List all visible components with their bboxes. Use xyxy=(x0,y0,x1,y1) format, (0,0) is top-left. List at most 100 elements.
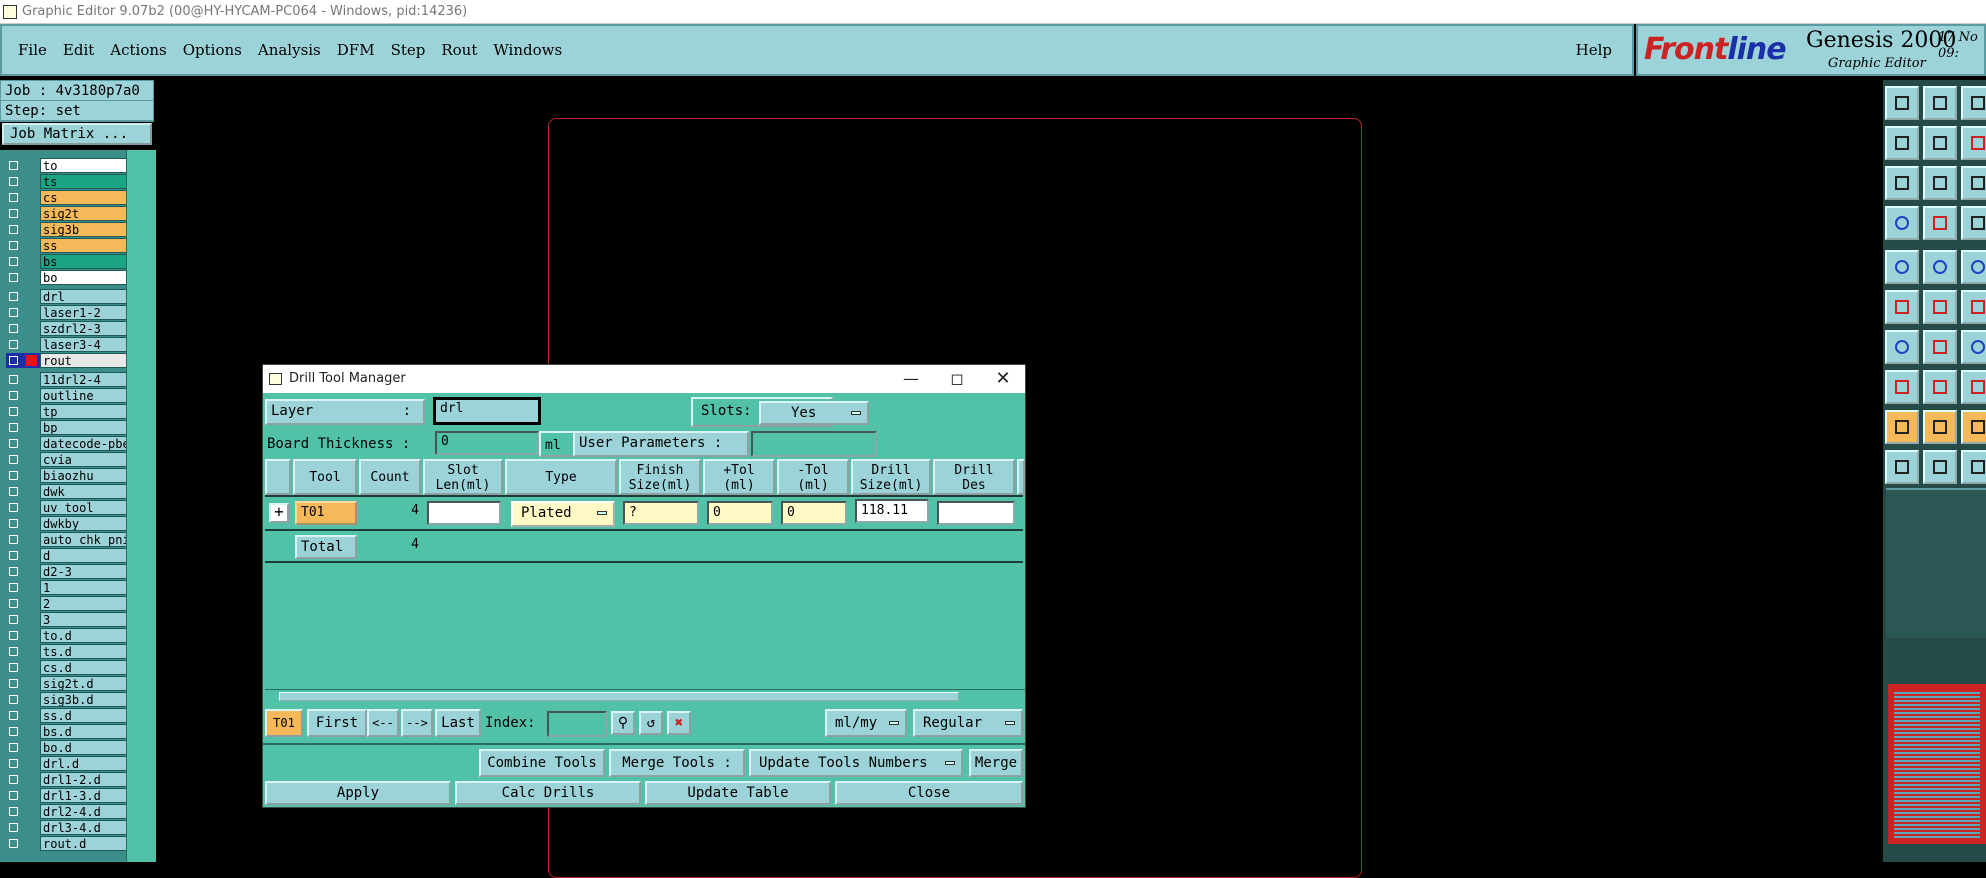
layer-name[interactable]: drl1-3.d xyxy=(40,788,128,803)
layer-row[interactable]: dwk xyxy=(6,484,128,499)
layer-name[interactable]: ts xyxy=(40,174,128,189)
layer-name[interactable]: drl xyxy=(40,289,128,304)
layer-name[interactable]: d2-3 xyxy=(40,564,128,579)
layer-checkbox[interactable] xyxy=(9,519,18,528)
menu-rout[interactable]: Rout xyxy=(441,41,477,59)
index-input[interactable] xyxy=(547,711,607,737)
layer-row[interactable]: sig3b xyxy=(6,222,128,237)
layer-checkbox[interactable] xyxy=(9,727,18,736)
board-thumbnail-preview[interactable] xyxy=(1888,684,1986,844)
layer-field[interactable]: drl xyxy=(433,397,541,425)
layer-row[interactable]: biaozhu xyxy=(6,468,128,483)
toolbar-tool-icon[interactable] xyxy=(1961,290,1986,324)
layer-checkbox[interactable] xyxy=(9,695,18,704)
layer-row[interactable]: ts xyxy=(6,174,128,189)
toolbar-tool-icon[interactable] xyxy=(1885,126,1919,160)
layer-checkbox[interactable] xyxy=(9,439,18,448)
layer-row[interactable]: cs.d xyxy=(6,660,128,675)
table-horizontal-scrollbar[interactable] xyxy=(265,689,1025,703)
menu-file[interactable]: File xyxy=(18,41,47,59)
layer-checkbox[interactable] xyxy=(9,407,18,416)
row-tool[interactable]: T01 xyxy=(295,501,357,525)
layer-row[interactable]: drl2-4.d xyxy=(6,804,128,819)
layer-checkbox[interactable] xyxy=(9,356,18,365)
toolbar-tool-icon[interactable] xyxy=(1923,250,1957,284)
user-parameters-button[interactable]: User Parameters : xyxy=(573,431,749,457)
layer-row[interactable]: rout.d xyxy=(6,836,128,851)
layer-checkbox[interactable] xyxy=(9,647,18,656)
layer-row[interactable]: drl.d xyxy=(6,756,128,771)
layer-row[interactable]: bo xyxy=(6,270,128,285)
layer-checkbox[interactable] xyxy=(9,503,18,512)
toolbar-tool-icon[interactable] xyxy=(1885,206,1919,240)
layer-row[interactable]: outline xyxy=(6,388,128,403)
layer-row[interactable]: ts.d xyxy=(6,644,128,659)
layer-row[interactable]: auto_chk_pni xyxy=(6,532,128,547)
layer-row[interactable]: ss.d xyxy=(6,708,128,723)
layer-row[interactable]: rout xyxy=(6,353,128,368)
layer-name[interactable]: drl3-4.d xyxy=(40,820,128,835)
layer-checkbox[interactable] xyxy=(9,583,18,592)
toolbar-tool-icon[interactable] xyxy=(1885,370,1919,404)
layer-checkbox[interactable] xyxy=(9,743,18,752)
scrollbar-thumb[interactable] xyxy=(279,692,959,701)
layer-name[interactable]: outline xyxy=(40,388,128,403)
layer-name[interactable]: dwk xyxy=(40,484,128,499)
layer-row[interactable]: sig3b.d xyxy=(6,692,128,707)
layer-checkbox[interactable] xyxy=(9,471,18,480)
menu-windows[interactable]: Windows xyxy=(493,41,562,59)
refresh-icon[interactable]: ↺ xyxy=(639,711,663,735)
layer-name[interactable]: ss.d xyxy=(40,708,128,723)
layer-name[interactable]: cs.d xyxy=(40,660,128,675)
combine-tools-button[interactable]: Combine Tools xyxy=(479,749,605,777)
row-finish-size-input[interactable]: ? xyxy=(623,501,699,525)
row-type-dropdown[interactable]: Plated xyxy=(511,501,615,527)
toolbar-tool-icon[interactable] xyxy=(1885,250,1919,284)
layer-name[interactable]: ss xyxy=(40,238,128,253)
layer-name[interactable]: rout xyxy=(40,353,128,368)
layer-row[interactable]: 2 xyxy=(6,596,128,611)
layer-name[interactable]: datecode-pbe xyxy=(40,436,128,451)
layer-name[interactable]: sig3b.d xyxy=(40,692,128,707)
toolbar-tool-icon[interactable] xyxy=(1923,330,1957,364)
calc-drills-button[interactable]: Calc Drills xyxy=(455,781,641,805)
layer-checkbox[interactable] xyxy=(9,759,18,768)
toolbar-tool-icon[interactable] xyxy=(1923,290,1957,324)
menu-analysis[interactable]: Analysis xyxy=(258,41,321,59)
layer-name[interactable]: bp xyxy=(40,420,128,435)
toolbar-tool-icon[interactable] xyxy=(1885,330,1919,364)
layer-checkbox[interactable] xyxy=(9,599,18,608)
delete-icon[interactable]: ✖ xyxy=(667,711,691,735)
toolbar-tool-icon[interactable] xyxy=(1885,410,1919,444)
layer-row[interactable]: cs xyxy=(6,190,128,205)
toolbar-tool-icon[interactable] xyxy=(1961,370,1986,404)
toolbar-tool-icon[interactable] xyxy=(1923,206,1957,240)
close-button[interactable]: Close xyxy=(835,781,1023,805)
last-button[interactable]: Last xyxy=(435,709,481,737)
layer-row[interactable]: 3 xyxy=(6,612,128,627)
layer-name[interactable]: sig2t.d xyxy=(40,676,128,691)
layer-name[interactable]: cs xyxy=(40,190,128,205)
layer-name[interactable]: biaozhu xyxy=(40,468,128,483)
update-tools-numbers-dropdown[interactable]: Update Tools Numbers xyxy=(749,749,963,777)
layer-checkbox[interactable] xyxy=(9,839,18,848)
toolbar-tool-icon[interactable] xyxy=(1923,450,1957,484)
layer-row[interactable]: ss xyxy=(6,238,128,253)
layer-row[interactable]: 11drl2-4 xyxy=(6,372,128,387)
units-dropdown[interactable]: ml/my xyxy=(825,709,907,737)
layer-name[interactable]: bo xyxy=(40,270,128,285)
prev-button[interactable]: <-- xyxy=(367,709,399,737)
layer-name[interactable]: sig2t xyxy=(40,206,128,221)
mode-dropdown[interactable]: Regular xyxy=(913,709,1023,737)
toolbar-tool-icon[interactable] xyxy=(1885,86,1919,120)
toolbar-tool-icon[interactable] xyxy=(1961,126,1986,160)
toolbar-tool-icon[interactable] xyxy=(1923,410,1957,444)
board-thickness-input[interactable]: 0 xyxy=(435,431,539,455)
first-button[interactable]: First xyxy=(307,709,367,737)
layer-row[interactable]: bo.d xyxy=(6,740,128,755)
layer-checkbox[interactable] xyxy=(9,455,18,464)
layer-checkbox[interactable] xyxy=(9,775,18,784)
layer-checkbox[interactable] xyxy=(9,193,18,202)
layer-name[interactable]: laser3-4 xyxy=(40,337,128,352)
menu-edit[interactable]: Edit xyxy=(63,41,94,59)
